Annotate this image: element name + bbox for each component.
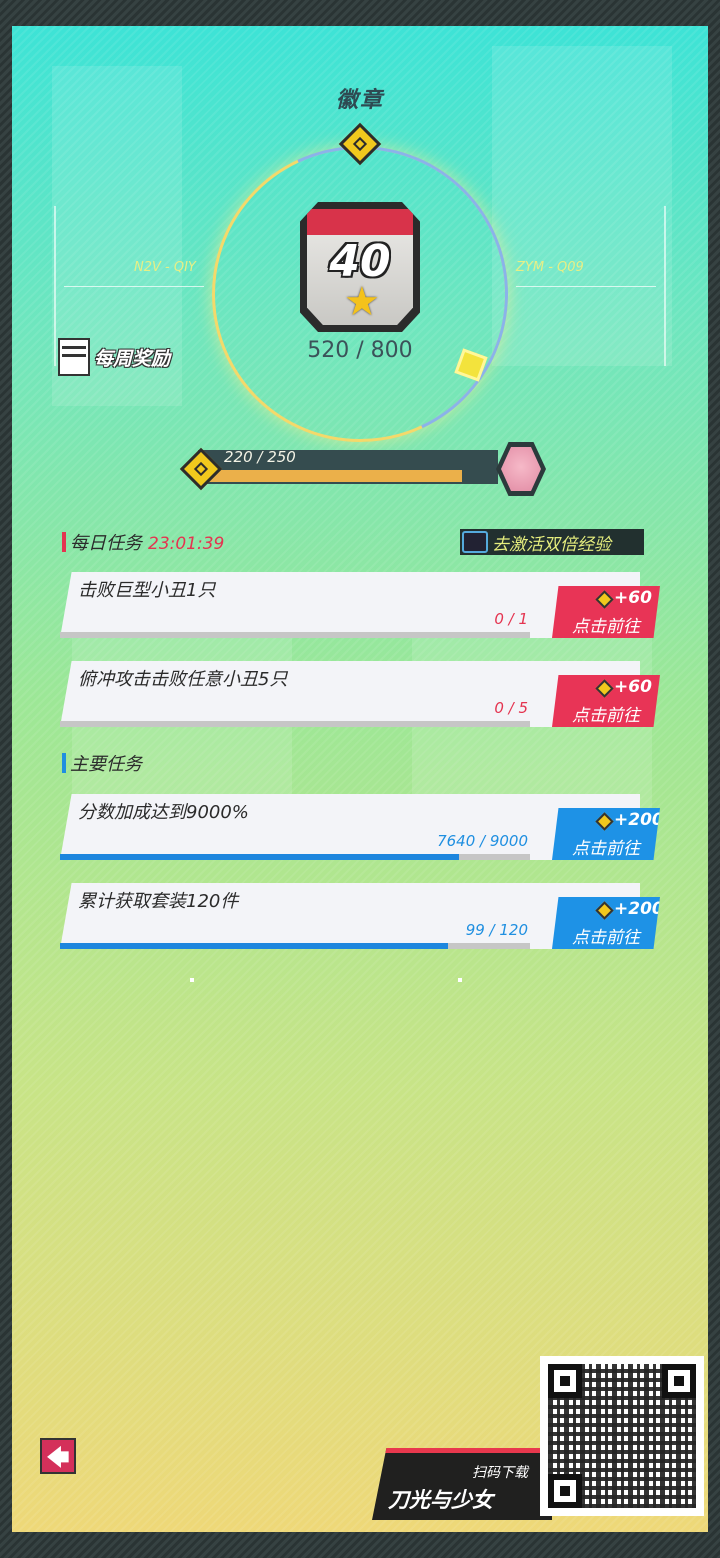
task-progress-track bbox=[60, 721, 530, 727]
avatar[interactable] bbox=[496, 442, 546, 496]
daily-title: 每日任务 bbox=[70, 533, 142, 554]
task-card: 击败巨型小丑1只 0 / 1 bbox=[60, 572, 640, 638]
task-name: 累计获取套装120件 bbox=[78, 891, 239, 912]
reward-amount: +60 bbox=[614, 588, 652, 608]
task-progress: 7640 / 9000 bbox=[437, 832, 528, 850]
task-progress-track bbox=[60, 943, 530, 949]
reward-coin-icon bbox=[595, 679, 614, 698]
reward-coin-icon bbox=[595, 590, 614, 609]
download-promo[interactable]: 扫码下载 刀光与少女 bbox=[372, 1448, 552, 1520]
double-exp-button[interactable]: 去激活双倍经验 bbox=[460, 529, 644, 555]
daily-timer: 23:01:39 bbox=[148, 534, 225, 554]
book-icon bbox=[462, 531, 488, 553]
weekly-reward-label: 每周奖励 bbox=[94, 348, 171, 370]
task-name: 击败巨型小丑1只 bbox=[78, 580, 216, 601]
go-button[interactable]: +60 点击前往 bbox=[552, 675, 660, 727]
go-label: 点击前往 bbox=[572, 928, 640, 948]
task-progress: 0 / 5 bbox=[494, 699, 528, 717]
task-progress: 0 / 1 bbox=[494, 610, 528, 628]
go-label: 点击前往 bbox=[572, 706, 640, 726]
level-progress-fill bbox=[198, 470, 462, 482]
reward-amount: +200 bbox=[614, 810, 664, 830]
avatar-image bbox=[501, 447, 541, 491]
go-button[interactable]: +200 点击前往 bbox=[552, 808, 660, 860]
reward-coin-icon bbox=[595, 901, 614, 920]
task-progress-fill bbox=[60, 943, 448, 949]
go-button[interactable]: +60 点击前往 bbox=[552, 586, 660, 638]
go-label: 点击前往 bbox=[572, 617, 640, 637]
reward-coin-icon bbox=[595, 812, 614, 831]
level-progress-bar: 220 / 250 bbox=[198, 448, 498, 484]
level-badge[interactable]: 40 ★ bbox=[300, 202, 420, 332]
go-label: 点击前往 bbox=[572, 839, 640, 859]
daily-marker bbox=[62, 532, 66, 552]
weekly-reward-button[interactable]: 每周奖励 bbox=[58, 336, 198, 380]
reward-amount: +200 bbox=[614, 899, 664, 919]
task-progress-track bbox=[60, 632, 530, 638]
main-header: 主要任务 bbox=[70, 754, 142, 775]
task-progress-fill bbox=[60, 854, 459, 860]
side-label-right: ZYM - Q09 bbox=[516, 260, 584, 275]
star-icon: ★ bbox=[344, 279, 380, 325]
daily-header: 每日任务 23:01:39 bbox=[70, 529, 224, 555]
calendar-icon bbox=[58, 338, 90, 376]
decor-dot bbox=[458, 978, 462, 982]
side-label-left: N2V - QIY bbox=[134, 260, 196, 275]
qr-finder bbox=[548, 1474, 582, 1508]
task-progress: 99 / 120 bbox=[465, 921, 528, 939]
left-line bbox=[64, 286, 204, 287]
qr-code[interactable] bbox=[540, 1356, 704, 1516]
back-arrow-icon: 🡄 bbox=[46, 1446, 70, 1471]
task-card: 分数加成达到9000% 7640 / 9000 bbox=[60, 794, 640, 860]
promo-scan-label: 扫码下载 bbox=[472, 1465, 528, 1481]
right-line bbox=[516, 286, 656, 287]
badge-screen: 徽章 N2V - QIY ZYM - Q09 40 ★ 520 / 800 每周… bbox=[12, 26, 708, 1532]
level-progress-text: 220 / 250 bbox=[224, 448, 296, 466]
badge-ribbon bbox=[307, 209, 413, 235]
task-name: 分数加成达到9000% bbox=[78, 802, 249, 823]
qr-finder bbox=[548, 1364, 582, 1398]
reward-amount: +60 bbox=[614, 677, 652, 697]
qr-finder bbox=[662, 1364, 696, 1398]
task-card: 累计获取套装120件 99 / 120 bbox=[60, 883, 640, 949]
decor-dot bbox=[190, 978, 194, 982]
promo-accent bbox=[372, 1448, 552, 1453]
go-button[interactable]: +200 点击前往 bbox=[552, 897, 660, 949]
double-exp-label: 去激活双倍经验 bbox=[492, 535, 611, 555]
promo-game-name: 刀光与少女 bbox=[388, 1488, 493, 1512]
task-name: 俯冲攻击击败任意小丑5只 bbox=[78, 669, 288, 690]
task-progress-track bbox=[60, 854, 530, 860]
back-button[interactable]: 🡄 bbox=[40, 1438, 76, 1474]
main-marker bbox=[62, 753, 66, 773]
task-card: 俯冲攻击击败任意小丑5只 0 / 5 bbox=[60, 661, 640, 727]
page-title: 徽章 bbox=[335, 88, 384, 113]
